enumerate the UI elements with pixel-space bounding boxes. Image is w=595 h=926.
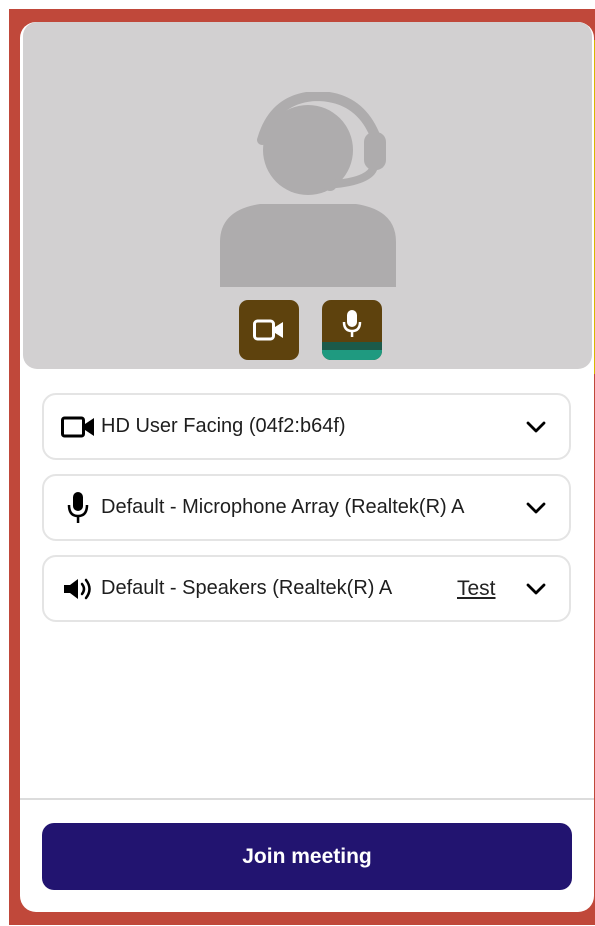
divider — [20, 798, 594, 800]
video-camera-icon — [253, 319, 283, 341]
camera-select-label: HD User Facing (04f2:b64f) — [101, 415, 346, 437]
microphone-select[interactable]: Default - Microphone Array (Realtek(R) A — [42, 474, 571, 541]
camera-select[interactable]: HD User Facing (04f2:b64f) — [42, 393, 571, 460]
video-preview — [23, 22, 592, 369]
speaker-select[interactable]: Default - Speakers (Realtek(R) A Test — [42, 555, 571, 622]
chevron-down-icon — [526, 502, 546, 514]
microphone-select-label: Default - Microphone Array (Realtek(R) A — [101, 496, 465, 518]
chevron-down-icon — [526, 421, 546, 433]
microphone-icon — [342, 310, 362, 337]
chevron-down-icon — [526, 583, 546, 595]
test-speaker-link[interactable]: Test — [457, 577, 496, 601]
headset-user-icon — [220, 92, 396, 287]
mic-toggle-button[interactable] — [322, 300, 382, 360]
prejoin-card: HD User Facing (04f2:b64f) Default - Mic… — [20, 22, 594, 912]
video-camera-icon — [61, 416, 101, 438]
microphone-icon — [61, 491, 101, 524]
join-meeting-button[interactable]: Join meeting — [42, 823, 572, 890]
camera-toggle-button[interactable] — [239, 300, 299, 360]
speaker-icon — [61, 577, 101, 601]
speaker-select-label: Default - Speakers (Realtek(R) A — [101, 577, 393, 599]
mic-level-meter — [322, 342, 382, 360]
